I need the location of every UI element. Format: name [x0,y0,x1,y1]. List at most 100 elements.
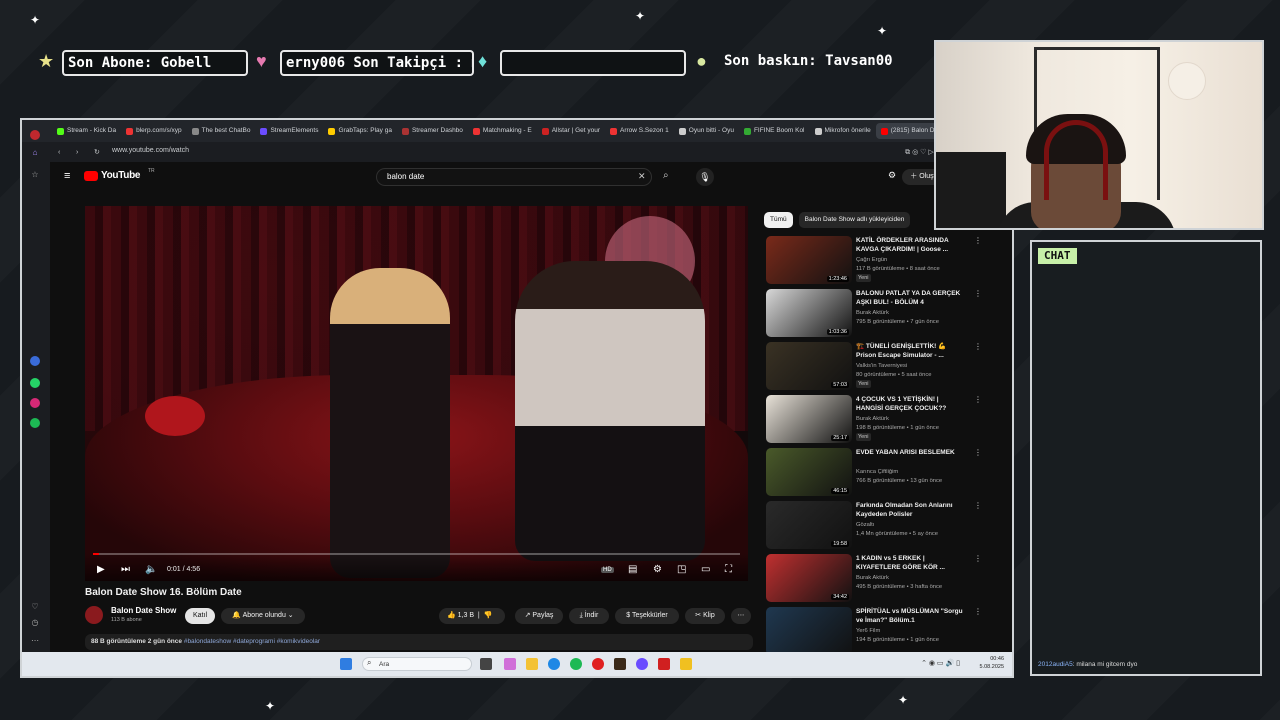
video-thumbnail[interactable]: 1:23:46 [766,236,852,284]
recommended-channel[interactable]: Karınca Çiftliğim [856,468,898,476]
task-view-icon[interactable] [480,658,492,670]
browser-tab[interactable]: Arrow S.Sezon 1 [605,123,674,139]
share-button[interactable]: ↗ Paylaş [515,608,563,624]
progress-bar[interactable] [93,553,740,555]
join-button[interactable]: Katıl [185,608,215,624]
more-options-icon[interactable]: ⋮ [974,342,982,351]
recommended-channel[interactable]: Yer6 Film [856,627,880,635]
recommended-video[interactable]: 1:23:46 KATİL ÖRDEKLER ARASINDA KAVGA ÇIK… [766,236,982,286]
channel-name[interactable]: Balon Date Show [111,606,176,615]
bookmark-icon[interactable]: ☆ [30,170,40,180]
forward-icon[interactable]: › [76,149,78,156]
recommended-channel[interactable]: Gözaltı [856,521,874,529]
play-icon[interactable]: ▶ [97,564,105,575]
browser-tab[interactable]: GrabTaps: Play ga [323,123,396,139]
url-field[interactable]: www.youtube.com/watch [112,144,792,158]
instagram-icon[interactable] [30,398,40,408]
browser-tab[interactable]: Streamer Dashbo [397,123,468,139]
tray-icons[interactable]: ⌃ ◉ ▭ 🔊 ▯ [921,659,960,667]
settings-icon[interactable]: ⚙ [653,564,662,575]
voice-search-icon[interactable]: 🎙 [696,168,714,186]
video-thumbnail[interactable]: 25:17 [766,395,852,443]
recommended-title[interactable]: BALONU PATLAT YA DA GERÇEK AŞKI BUL! - B… [856,289,966,307]
thanks-button[interactable]: $ Teşekkürler [615,608,679,624]
app-icon[interactable] [680,658,692,670]
browser-tab[interactable]: Matchmaking - E [468,123,537,139]
windows-start-icon[interactable] [340,658,352,670]
recommended-channel[interactable]: Valkis'in Taverniyesi [856,362,907,370]
recommended-title[interactable]: Farkında Olmadan Son Anlarını Kaydeden P… [856,501,966,519]
clip-button[interactable]: ✂ Klip [685,608,725,624]
recommended-title[interactable]: KATİL ÖRDEKLER ARASINDA KAVGA ÇIKARDIM! … [856,236,966,254]
more-options-icon[interactable]: ⋮ [974,448,982,457]
recommended-channel[interactable]: Burak Aktürk [856,415,889,423]
theater-icon[interactable]: ▭ [701,564,710,575]
more-options-icon[interactable]: ⋮ [974,607,982,616]
more-options-icon[interactable]: ⋮ [974,395,982,404]
taskbar-search[interactable]: Ara [362,657,472,671]
browser-tab[interactable]: The best ChatBo [187,123,256,139]
fullscreen-icon[interactable]: ⛶ [725,564,732,575]
spotify-icon[interactable] [30,418,40,428]
browser-tab[interactable]: Oyun bitti - Oyu [674,123,739,139]
heart-outline-icon[interactable]: ♡ [30,602,40,612]
more-options-icon[interactable]: ⋮ [974,554,982,563]
search-input[interactable]: balon date [376,168,652,186]
clear-search-icon[interactable]: ✕ [638,171,646,182]
recommended-title[interactable]: EVDE YABAN ARISI BESLEMEK [856,448,966,457]
youtube-logo-icon[interactable] [84,171,98,181]
back-icon[interactable]: ‹ [58,149,60,156]
more-actions-button[interactable]: ⋯ [731,608,751,624]
browser-tab[interactable]: Stream - Kick Da [52,123,121,139]
video-thumbnail[interactable]: 57:03 [766,342,852,390]
reload-icon[interactable]: ↻ [94,148,100,156]
edge-icon[interactable] [548,658,560,670]
recommended-title[interactable]: 4 ÇOCUK VS 1 YETİŞKİN! | HANGİSİ GERÇEK … [856,395,966,413]
youtube-logo-text[interactable]: YouTube [101,170,141,181]
recommended-video[interactable]: 19:58 Farkında Olmadan Son Anlarını Kayde… [766,501,982,551]
more-options-icon[interactable]: ⋮ [974,236,982,245]
download-button[interactable]: ⤓ İndir [569,608,609,624]
next-icon[interactable]: ⏭ [121,564,130,575]
recommended-video[interactable]: SPİRİTÜAL vs MÜSLÜMAN "Sorgu ve İman?" B… [766,607,982,652]
opera-icon[interactable] [592,658,604,670]
video-thumbnail[interactable]: 1:03:36 [766,289,852,337]
like-button[interactable]: 👍 1,3 B | 👎 [439,608,505,624]
recommended-title[interactable]: 🏗️ TÜNELİ GENİŞLETTİK! 💪 Prison Escape S… [856,342,966,360]
video-thumbnail[interactable] [766,607,852,652]
recommended-video[interactable]: 34:42 1 KADIN vs 5 ERKEK | KIYAFETLERE GÖ… [766,554,982,604]
copilot-icon[interactable] [504,658,516,670]
search-icon[interactable]: ⌕ [663,170,669,181]
subscribed-button[interactable]: 🔔 Abone olundu ⌄ [221,608,305,624]
menu-icon[interactable]: ≡ [64,170,70,182]
opera-icon[interactable] [30,130,40,140]
recommended-video[interactable]: 1:03:36 BALONU PATLAT YA DA GERÇEK AŞKI B… [766,289,982,339]
browser-tab[interactable]: FIFINE Boom Kol [739,123,810,139]
captions-icon[interactable]: ▤ [628,564,637,575]
recommended-channel[interactable]: Burak Aktürk [856,574,889,582]
recommended-channel[interactable]: Çağrı Ergün [856,256,887,264]
explorer-icon[interactable] [526,658,538,670]
browser-tab[interactable]: blerp.com/s/xyp [121,123,187,139]
video-thumbnail[interactable]: 34:42 [766,554,852,602]
volume-icon[interactable]: 🔈 [145,564,157,575]
ai-icon[interactable] [30,356,40,366]
avatar[interactable] [85,606,103,624]
more-options-icon[interactable]: ⋮ [974,289,982,298]
browser-tab[interactable]: StreamElements [255,123,323,139]
home-icon[interactable]: ⌂ [30,148,40,158]
video-thumbnail[interactable]: 46:15 [766,448,852,496]
video-player[interactable]: ▶ ⏭ 🔈 0:01 / 4:56 HD ▤ ⚙ ◳ ▭ ⛶ [85,206,748,581]
spotify-icon[interactable] [570,658,582,670]
more-icon[interactable]: ⋯ [30,636,40,646]
more-options-icon[interactable]: ⋮ [974,501,982,510]
recommended-video[interactable]: 57:03 🏗️ TÜNELİ GENİŞLETTİK! 💪 Prison Esc… [766,342,982,392]
recommended-channel[interactable]: Burak Aktürk [856,309,889,317]
discord-icon[interactable] [636,658,648,670]
terminal-icon[interactable] [614,658,626,670]
recommended-title[interactable]: 1 KADIN vs 5 ERKEK | KIYAFETLERE GÖRE KÖ… [856,554,966,572]
recommended-video[interactable]: 25:17 4 ÇOCUK VS 1 YETİŞKİN! | HANGİSİ GE… [766,395,982,445]
gear-icon[interactable]: ⚙ [888,170,896,181]
video-thumbnail[interactable]: 19:58 [766,501,852,549]
chip-all[interactable]: Tümü [764,212,793,228]
